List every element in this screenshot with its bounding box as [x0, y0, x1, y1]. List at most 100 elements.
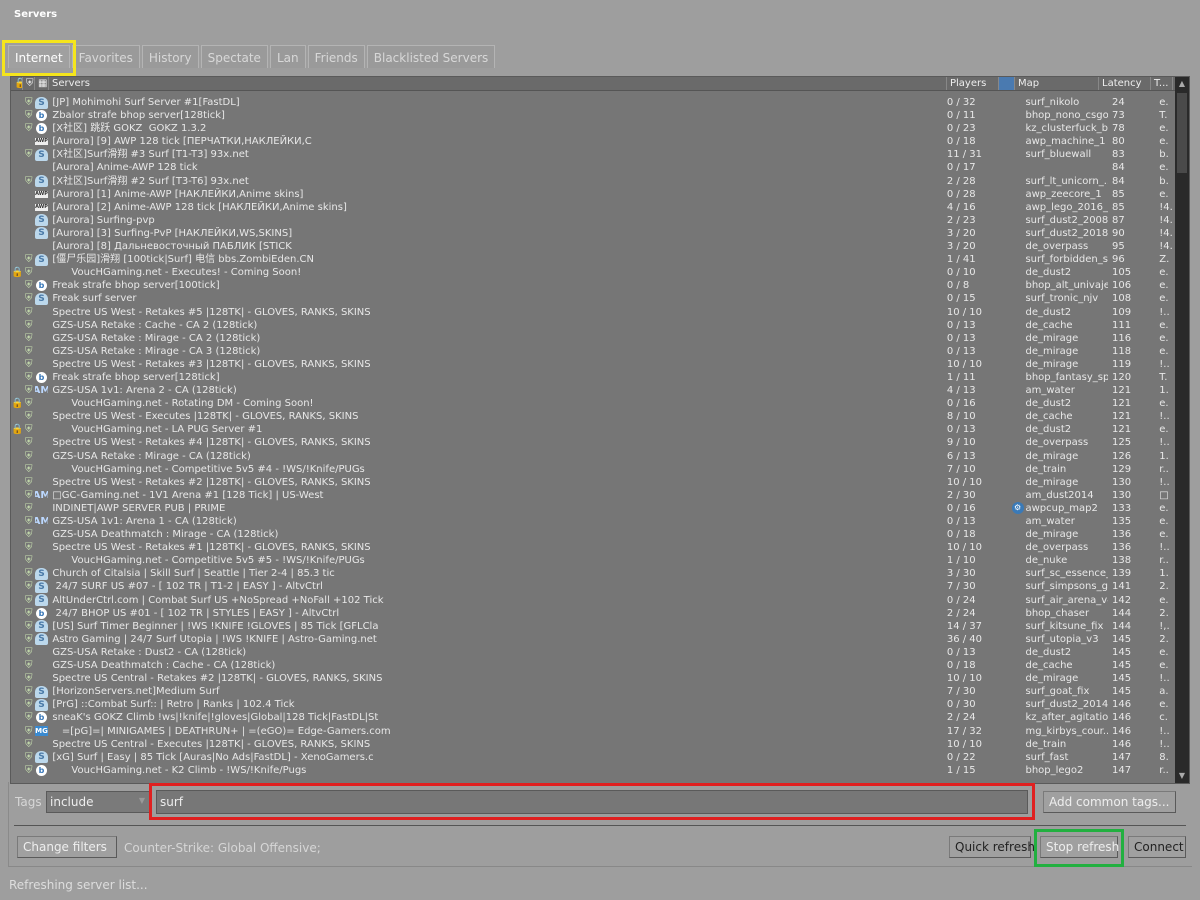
table-row[interactable]: ⛨ b [X社区] 跳跃 GOKZ GOKZ 1.3.2 0 / 23 kz_clust… [11, 122, 1175, 135]
anticheat-cell [1010, 646, 1026, 659]
table-row[interactable]: ⛨ VoucHGaming.net - Competitive 5v5 #4 -… [11, 463, 1175, 476]
table-row[interactable]: ⛨ Spectre US West - Retakes #5 |128TK| - … [11, 306, 1175, 319]
table-row[interactable]: [Aurora] Anime-AWP 128 tick 0 / 17 84 e. [11, 161, 1175, 174]
connect-button[interactable]: Connect [1128, 836, 1186, 858]
table-row[interactable]: ⛨ Spectre US West - Executes |128TK| - GL… [11, 410, 1175, 423]
lock-cell [11, 764, 23, 777]
stop-refresh-button[interactable]: Stop refresh [1040, 836, 1119, 858]
table-row[interactable]: ⛨ Spectre US West - Retakes #2 |128TK| - … [11, 476, 1175, 489]
tab-spectate[interactable]: Spectate [200, 45, 268, 68]
table-row[interactable]: ⛨ S [JP] Mohimohi Surf Server #1[FastDL] 0 … [11, 96, 1175, 109]
tab-lan[interactable]: Lan [269, 45, 306, 68]
table-row[interactable]: ⛨AM□GC-Gaming.net - 1V1 Arena #1 [128 Ti… [11, 489, 1175, 502]
column-header-tags[interactable]: T... [1151, 77, 1173, 90]
table-row[interactable]: ⛨ INDINET|AWP SERVER PUB | PRIME 0 / 16 ⚙ aw… [11, 502, 1175, 515]
table-row[interactable]: ⛨ b sneaK's GOKZ Climb !ws|!knife|!gloves|… [11, 711, 1175, 724]
table-row[interactable]: ⛨ S Freak surf server 0 / 15 surf_tronic_njv… [11, 292, 1175, 305]
table-row[interactable]: ⛨ VoucHGaming.net - Competitive 5v5 #5 -… [11, 554, 1175, 567]
table-row[interactable]: ⛨ S [HorizonServers.net]Medium Surf 7 / 30 s… [11, 685, 1175, 698]
lock-cell [11, 201, 23, 214]
table-row[interactable]: ⛨ S [X社区]Surf滑翔 #2 Surf [T3-T6] 93x.net 2 /… [11, 175, 1175, 188]
surf-icon: S [34, 253, 48, 266]
tab-favorites[interactable]: Favorites [71, 45, 140, 68]
mode-icon-cell [35, 450, 49, 463]
table-row[interactable]: ⛨ Spectre US West - Retakes #3 |128TK| - … [11, 358, 1175, 371]
scroll-up-icon[interactable]: ▲ [1175, 77, 1189, 91]
tab-blacklisted-servers[interactable]: Blacklisted Servers [366, 45, 496, 68]
table-row[interactable]: ⛨ GZS-USA Retake : Mirage - CA 3 (128tick… [11, 345, 1175, 358]
table-row[interactable]: ⛨ GZS-USA Retake : Cache - CA 2 (128tick)… [11, 319, 1175, 332]
shield-icon: ⛨ [24, 620, 33, 632]
tab-history[interactable]: History [141, 45, 199, 68]
map-name: de_dust2 [1025, 424, 1072, 436]
table-row[interactable]: ⛨ Spectre US Central - Executes |128TK| -… [11, 738, 1175, 751]
table-row[interactable]: ⛨ GZS-USA Retake : Mirage - CA 2 (128tick… [11, 332, 1175, 345]
scrollbar-thumb[interactable] [1177, 93, 1187, 173]
table-row[interactable]: AWP [Aurora] [1] Anime-AWP [НАКЛЕЙКИ,Anim… [11, 188, 1175, 201]
tags-mode-dropdown[interactable]: include ▼ [46, 791, 150, 813]
table-row[interactable]: ⛨ Spectre US West - Retakes #1 |128TK| - … [11, 541, 1175, 554]
table-row[interactable]: ⛨ GZS-USA Deathmatch : Mirage - CA (128ti… [11, 528, 1175, 541]
tab-friends[interactable]: Friends [307, 45, 365, 68]
table-row[interactable]: ⛨ S [US] Surf Timer Beginner | !WS !KNIFE … [11, 620, 1175, 633]
scrollbar[interactable]: ▲ ▼ [1175, 77, 1189, 783]
table-row[interactable]: ⛨ S [X社区]Surf滑翔 #3 Surf [T1-T3] 93x.net 11 … [11, 148, 1175, 161]
table-row[interactable]: ⛨ S AltUnderCtrl.com | Combat Surf US +NoS… [11, 594, 1175, 607]
surf-icon: S [34, 214, 48, 227]
anticheat-cell [1010, 397, 1026, 410]
table-row[interactable]: ⛨ S [PrG] ::Combat Surf:: | Retro | Ranks … [11, 698, 1175, 711]
table-row[interactable]: ⛨ b Zbalor strafe bhop server[128tick] 0 / … [11, 109, 1175, 122]
tags-input[interactable]: surf [156, 790, 1028, 814]
table-row[interactable]: ⛨ b VoucHGaming.net - K2 Climb - !WS/!Kni… [11, 764, 1175, 777]
shield-column-header[interactable]: ⛨ [23, 77, 35, 90]
table-row[interactable]: AWP [Aurora] [2] Anime-AWP 128 tick [НАКЛ… [11, 201, 1175, 214]
mode-icon-cell [35, 266, 49, 279]
table-row[interactable]: ⛨ Spectre US West - Retakes #4 |128TK| - … [11, 436, 1175, 449]
lock-cell [11, 292, 23, 305]
lock-column-header[interactable]: 🔒 [11, 77, 23, 90]
table-row[interactable]: AWP [Aurora] [9] AWP 128 tick [ПЕРЧАТКИ,Н… [11, 135, 1175, 148]
table-row[interactable]: 🔒 ⛨ VoucHGaming.net - Rotating DM - Comin… [11, 397, 1175, 410]
server-list[interactable]: 🔒 ⛨ ▦ Servers Players Map Latency T... ⛨… [10, 76, 1190, 784]
table-row[interactable]: ⛨ S [xG] Surf | Easy | 85 Tick [Auras|No A… [11, 751, 1175, 764]
table-row[interactable]: ⛨ Spectre US Central - Retakes #2 |128TK|… [11, 672, 1175, 685]
icon-column-header[interactable]: ▦ [35, 77, 49, 90]
table-row[interactable]: ⛨ b Freak strafe bhop server[100tick] 0 / 8… [11, 279, 1175, 292]
column-header-servers[interactable]: Servers [49, 77, 947, 90]
anticheat-cell [1010, 476, 1026, 489]
table-row[interactable]: ⛨ GZS-USA Retake : Dust2 - CA (128tick) 0 … [11, 646, 1175, 659]
lock-cell [11, 751, 23, 764]
latency: 145 [1112, 673, 1132, 685]
tab-internet[interactable]: Internet [8, 45, 70, 68]
column-header-players[interactable]: Players [947, 77, 999, 90]
table-row[interactable]: 🔒 ⛨ VoucHGaming.net - LA PUG Server #1 0 /… [11, 423, 1175, 436]
anticheat-column-header[interactable] [999, 77, 1015, 90]
add-common-tags-button[interactable]: Add common tags... [1043, 791, 1176, 813]
change-filters-button[interactable]: Change filters [17, 836, 117, 858]
table-row[interactable]: ⛨ S Church of Citalsia | Skill Surf | Seat… [11, 567, 1175, 580]
column-header-latency[interactable]: Latency [1099, 77, 1151, 90]
table-row[interactable]: 🔒 ⛨ VoucHGaming.net - Executes! - Coming … [11, 266, 1175, 279]
table-row[interactable]: ⛨ GZS-USA Retake : Mirage - CA (128tick) 6… [11, 450, 1175, 463]
table-row[interactable]: ⛨ b 24/7 BHOP US #01 - [ 102 TR | STYLES … [11, 607, 1175, 620]
table-row[interactable]: [Aurora] [8] Дальневосточный ПАБЛИК [STI… [11, 240, 1175, 253]
shield-icon: ⛨ [24, 686, 33, 698]
bhop-icon: b [35, 280, 47, 292]
table-row[interactable]: S [Aurora] [3] Surfing-PvP [НАКЛЕЙКИ,WS,S… [11, 227, 1175, 240]
scroll-down-icon[interactable]: ▼ [1175, 769, 1189, 783]
latency: 83 [1112, 149, 1125, 161]
table-row[interactable]: ⛨ S Astro Gaming | 24/7 Surf Utopia | !WS … [11, 633, 1175, 646]
table-row[interactable]: ⛨AMGZS-USA 1v1: Arena 2 - CA (128tick) 4 … [11, 384, 1175, 397]
table-row[interactable]: ⛨ MG =[pG]=| MINIGAMES | DEATHRUN+ | =(eG… [11, 725, 1175, 738]
latency: 146 [1112, 712, 1132, 724]
quick-refresh-button[interactable]: Quick refresh [949, 836, 1035, 858]
table-row[interactable]: ⛨ S 24/7 SURF US #07 - [ 102 TR | T1-2 | … [11, 580, 1175, 594]
table-row[interactable]: ⛨ b Freak strafe bhop server[128tick] 1 / 1… [11, 371, 1175, 384]
map-name: de_mirage [1025, 476, 1079, 488]
table-row[interactable]: ⛨AMGZS-USA 1v1: Arena 1 - CA (128tick) 0 … [11, 515, 1175, 528]
table-row[interactable]: S [Aurora] Surfing-pvp 2 / 23 surf_dust2_20… [11, 214, 1175, 227]
column-header-map[interactable]: Map [1015, 77, 1099, 90]
shield-icon: ⛨ [24, 529, 33, 541]
table-row[interactable]: ⛨ GZS-USA Deathmatch : Cache - CA (128tic… [11, 659, 1175, 672]
table-row[interactable]: ⛨ S [僵尸乐园]滑翔 [100tick|Surf] 电信 bbs.ZombiEd… [11, 253, 1175, 266]
